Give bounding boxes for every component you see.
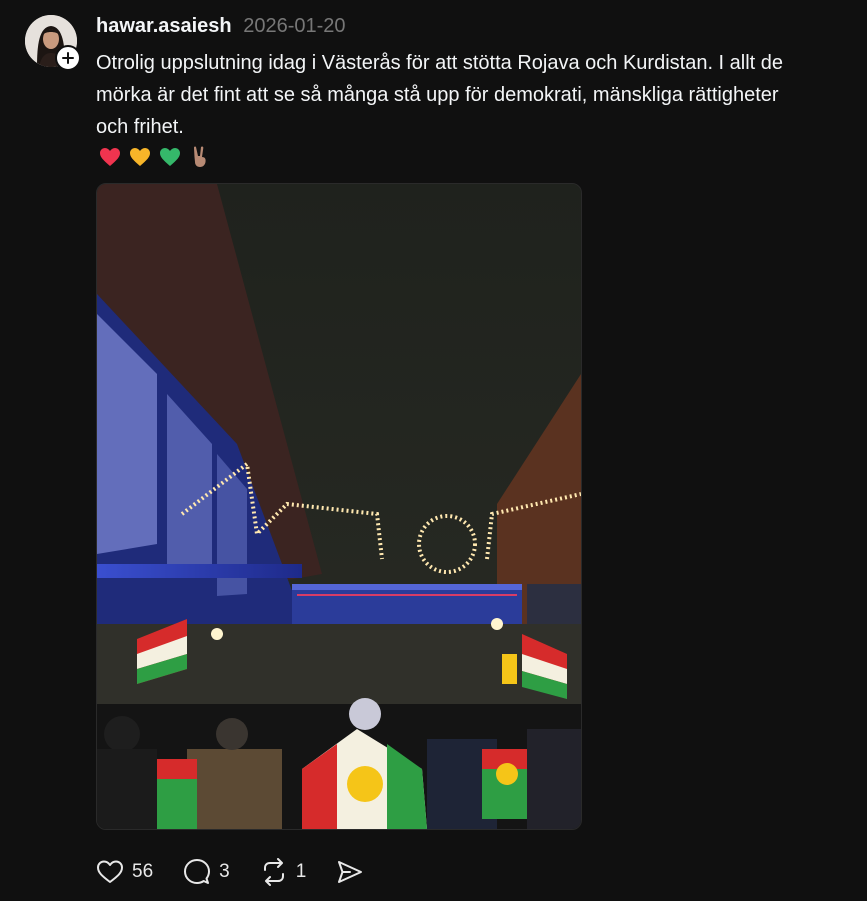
comment-button[interactable]: 3 — [183, 858, 230, 886]
follow-button[interactable] — [55, 45, 81, 71]
caption-line: mörka är det fint att se så många stå up… — [96, 84, 779, 106]
like-button[interactable]: 56 — [96, 859, 153, 885]
caption-line: och frihet. — [96, 116, 184, 138]
post-image[interactable] — [96, 183, 582, 830]
comment-icon — [184, 859, 211, 884]
repost-count: 1 — [295, 861, 307, 882]
post-actions: 56 3 1 — [96, 856, 394, 888]
post-header-avatar[interactable] — [25, 15, 81, 71]
post-caption: Otrolig uppslutning idag i Västerås för … — [96, 47, 867, 143]
red-heart-emoji-icon — [100, 148, 120, 166]
post-header: hawar.asaiesh 2026-01-20 — [96, 13, 346, 39]
username[interactable]: hawar.asaiesh — [96, 15, 232, 37]
repost-button[interactable]: 1 — [260, 858, 307, 886]
share-icon — [338, 861, 363, 883]
plus-icon — [62, 52, 74, 64]
heart-icon — [97, 860, 123, 883]
caption-emojis — [98, 145, 212, 169]
caption-line: Otrolig uppslutning idag i Västerås för … — [96, 52, 784, 74]
victory-hand-emoji-icon — [193, 146, 206, 167]
like-count: 56 — [132, 861, 154, 882]
yellow-heart-emoji-icon — [130, 148, 150, 166]
repost-icon — [263, 858, 284, 886]
green-heart-emoji-icon — [160, 148, 180, 166]
reply-count: 3 — [219, 861, 230, 882]
share-button[interactable] — [336, 858, 364, 886]
post-date[interactable]: 2026-01-20 — [243, 15, 345, 37]
